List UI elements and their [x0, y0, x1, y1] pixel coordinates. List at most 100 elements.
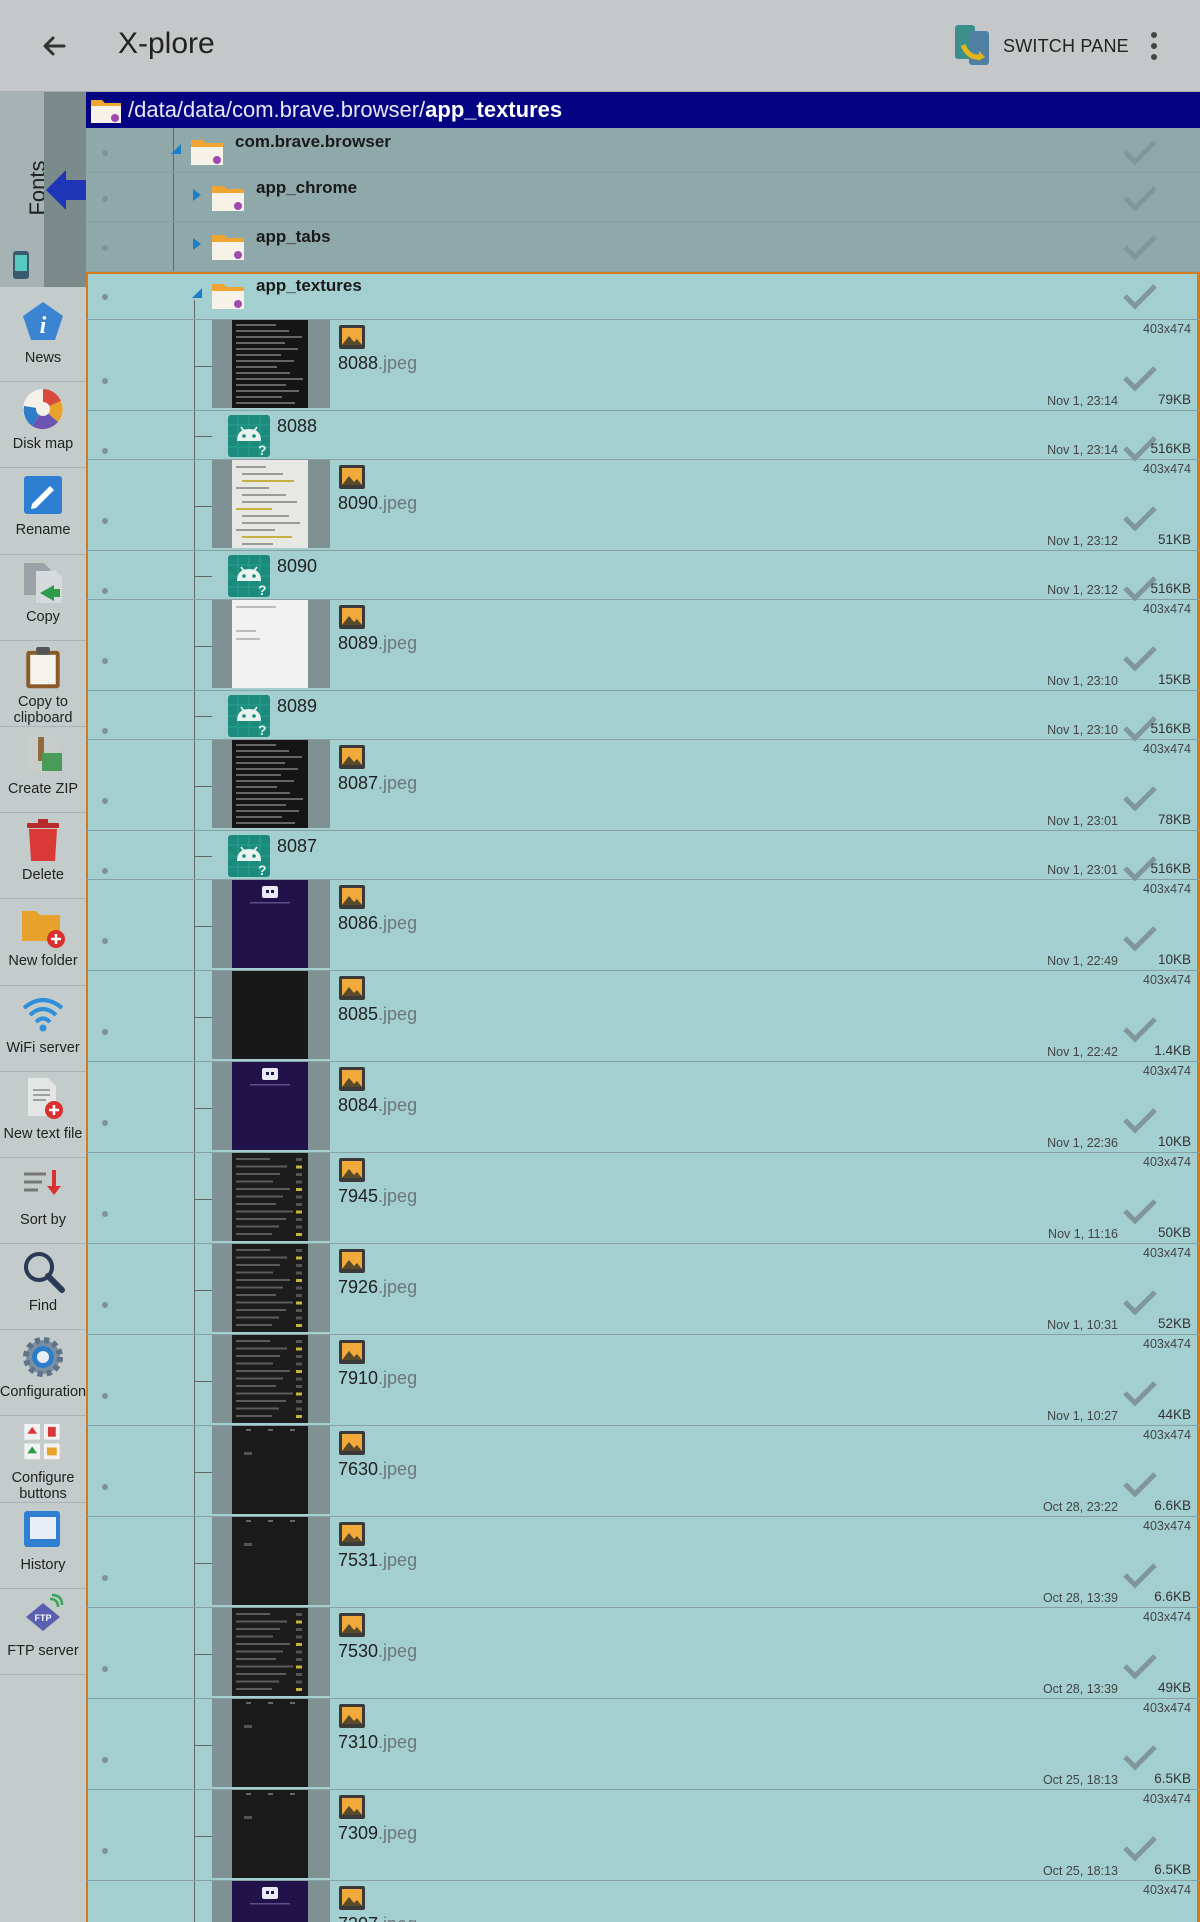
file-date: Nov 1, 11:16: [1048, 1227, 1118, 1241]
toolbar-copy-to-clipboard-button[interactable]: Copy to clipboard: [0, 641, 86, 727]
file-base-name: 8086: [338, 913, 379, 933]
file-size: 6.5KB: [1154, 1862, 1191, 1877]
image-thumbnail: [212, 1608, 330, 1696]
file-extension: .jpeg: [378, 1823, 418, 1843]
tree-branch: [194, 1108, 212, 1109]
toolbar-sort-by-button[interactable]: Sort by: [0, 1158, 86, 1245]
toolbar-news-button[interactable]: i News: [0, 296, 86, 383]
toolbar-disk-map-label: Disk map: [12, 436, 74, 453]
row-bullet: [102, 448, 108, 454]
toolbar-history-label: History: [20, 1556, 66, 1573]
image-dimensions: 403x474: [1143, 1064, 1191, 1078]
toolbar-history-button[interactable]: History: [0, 1503, 86, 1589]
tree-branch: [194, 716, 212, 717]
file-date: Nov 1, 22:42: [1047, 1045, 1118, 1059]
folder-icon: [91, 100, 121, 123]
file-name: 7530.jpeg: [338, 1641, 417, 1662]
file-size: 78KB: [1157, 812, 1191, 827]
tree-branch: [194, 1745, 212, 1746]
tree-branch: [194, 1563, 212, 1564]
wifi-icon: [22, 997, 64, 1031]
image-thumbnail: [212, 971, 330, 1059]
switch-pane-button[interactable]: SWITCH PANE: [953, 20, 1129, 72]
file-date: Oct 25, 18:13: [1042, 1773, 1118, 1787]
thumbnail-preview: [232, 1517, 308, 1605]
toolbar-create-zip-button[interactable]: Create ZIP: [0, 727, 86, 814]
file-date: Nov 1, 10:31: [1047, 1318, 1118, 1332]
back-arrow-icon[interactable]: [34, 26, 74, 66]
file-name: 8088.jpeg: [338, 353, 417, 374]
checkmark-icon: [1123, 1108, 1157, 1134]
file-size: 10KB: [1157, 1134, 1191, 1149]
row-bullet: [102, 588, 108, 594]
image-file-icon: [339, 1522, 365, 1546]
toolbar-disk-map-button[interactable]: Disk map: [0, 382, 86, 469]
tree-branch: [194, 1836, 212, 1837]
toolbar-ftp-server-label: FTP server: [7, 1642, 79, 1659]
expand-arrow-icon[interactable]: [191, 189, 203, 201]
image-file-icon: [339, 325, 365, 349]
thumbnail-preview: [232, 1335, 308, 1423]
file-name: 8089.jpeg: [338, 633, 417, 654]
file-name: 7630.jpeg: [338, 1459, 417, 1480]
file-name: 8090.jpeg: [338, 493, 417, 514]
thumbnail-preview: [232, 740, 308, 828]
folder-name: app_textures: [256, 276, 362, 295]
toolbar-rename-button[interactable]: Rename: [0, 468, 86, 555]
collapse-arrow-icon[interactable]: [170, 143, 182, 155]
file-name: 8085.jpeg: [338, 1004, 417, 1025]
path-bar[interactable]: /data/data/com.brave.browser/app_texture…: [86, 92, 1200, 128]
image-file-icon: [339, 1340, 365, 1364]
toolbar-delete-button[interactable]: Delete: [0, 813, 86, 900]
checkmark-icon: [1123, 646, 1157, 672]
image-dimensions: 403x474: [1143, 882, 1191, 896]
file-base-name: 8085: [338, 1004, 379, 1024]
switch-pane-icon: [955, 25, 989, 65]
tree-branch: [194, 1654, 212, 1655]
current-path: /data/data/com.brave.browser/app_texture…: [128, 97, 562, 123]
toolbar-new-folder-button[interactable]: New folder: [0, 899, 86, 986]
image-dimensions: 403x474: [1143, 1883, 1191, 1897]
file-base-name: 8088: [338, 353, 379, 373]
image-dimensions: 403x474: [1143, 742, 1191, 756]
image-thumbnail: [212, 740, 330, 828]
image-thumbnail: [212, 1790, 330, 1878]
file-size: 79KB: [1157, 392, 1191, 407]
checkmark-icon: [1123, 1745, 1157, 1771]
image-file-icon: [339, 1704, 365, 1728]
toolbar-configuration-button[interactable]: Configuration: [0, 1330, 86, 1417]
row-bullet: [102, 1029, 108, 1035]
row-bullet: [102, 938, 108, 944]
file-date: Oct 28, 23:22: [1042, 1500, 1118, 1514]
folder-row[interactable]: [86, 272, 1200, 320]
file-extension: .jpeg: [378, 913, 418, 933]
tree-branch: [194, 646, 212, 647]
toolbar-ftp-server-button[interactable]: FTP FTP server: [0, 1589, 86, 1675]
folder-row[interactable]: [86, 223, 1200, 272]
toolbar-wifi-server-button[interactable]: WiFi server: [0, 986, 86, 1072]
svg-text:?: ?: [258, 862, 267, 877]
folder-icon: [212, 235, 244, 260]
tree-branch: [194, 856, 212, 857]
toolbar-new-text-file-button[interactable]: New text file: [0, 1072, 86, 1158]
thumbnail-preview: [232, 1153, 308, 1241]
file-extension: .jpeg: [378, 1095, 418, 1115]
image-dimensions: 403x474: [1143, 1610, 1191, 1624]
collapse-arrow-icon[interactable]: [191, 287, 203, 299]
folder-row[interactable]: [86, 174, 1200, 222]
active-pane-indicator: [44, 92, 86, 287]
toolbar-find-button[interactable]: Find: [0, 1244, 86, 1331]
image-thumbnail: [212, 1881, 330, 1922]
toolbar-copy-button[interactable]: Copy: [0, 555, 86, 641]
tree-branch: [194, 1199, 212, 1200]
thumbnail-preview: [232, 1426, 308, 1514]
apk-file-icon: ?: [228, 835, 270, 877]
image-file-icon: [339, 1158, 365, 1182]
checkmark-icon: [1123, 1654, 1157, 1680]
more-options-icon[interactable]: [1142, 26, 1166, 66]
expand-arrow-icon[interactable]: [191, 238, 203, 250]
checkmark-icon: [1123, 366, 1157, 392]
svg-text:?: ?: [258, 582, 267, 597]
file-date: Nov 1, 10:27: [1047, 1409, 1118, 1423]
toolbar-configure-buttons-button[interactable]: Configure buttons: [0, 1416, 86, 1503]
